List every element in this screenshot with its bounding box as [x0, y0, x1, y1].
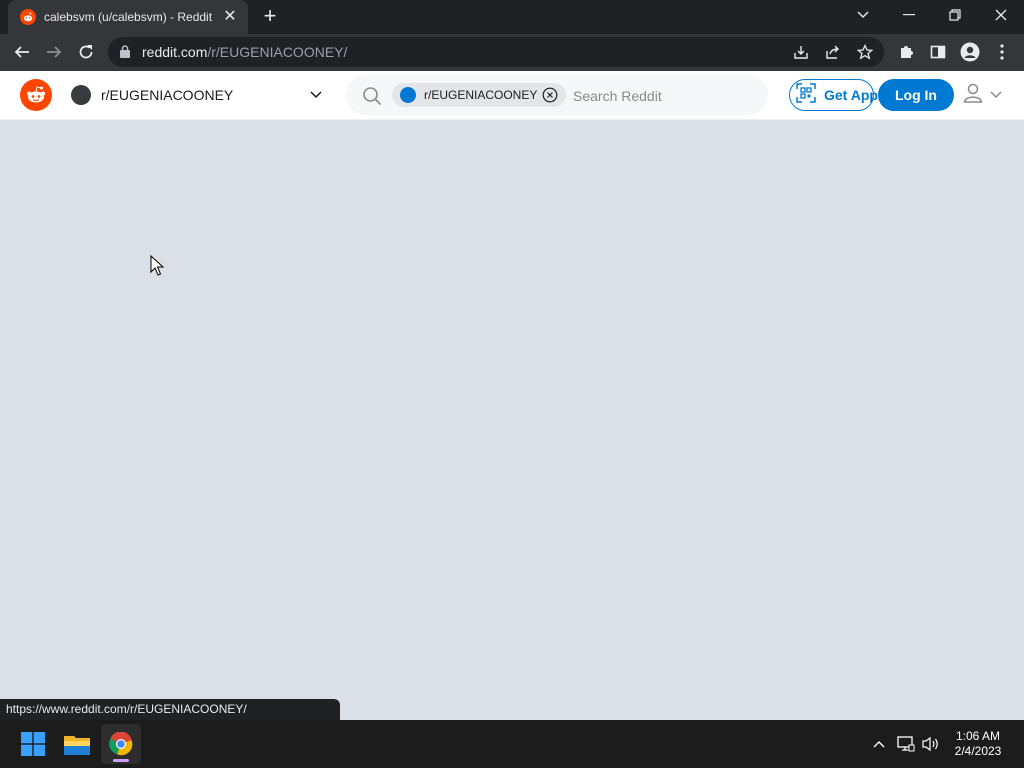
profile-icon[interactable] — [956, 38, 984, 66]
start-windows-icon[interactable] — [13, 724, 53, 764]
search-input[interactable]: Search Reddit — [573, 88, 662, 104]
clock-date: 2/4/2023 — [954, 744, 1002, 758]
back-icon[interactable] — [8, 38, 36, 66]
chrome-taskbar-icon[interactable] — [101, 724, 141, 764]
tab-close-icon[interactable]: ✕ — [222, 9, 238, 25]
community-avatar — [71, 85, 91, 105]
file-explorer-icon[interactable] — [57, 724, 97, 764]
network-icon[interactable] — [894, 732, 918, 756]
restore-icon[interactable] — [932, 0, 978, 30]
page-content-area — [0, 120, 1024, 720]
chevron-down-icon — [306, 85, 326, 105]
extensions-icon[interactable] — [892, 38, 920, 66]
active-app-indicator — [113, 759, 129, 762]
qr-code-icon — [796, 82, 816, 108]
search-icon — [362, 86, 382, 111]
reddit-header: r/EUGENIACOONEY r/EUGENIACOONEY Search R… — [0, 71, 1024, 120]
new-tab-button[interactable]: + — [258, 5, 282, 29]
side-panel-icon[interactable] — [924, 38, 952, 66]
user-icon — [962, 82, 984, 109]
login-label: Log In — [895, 87, 937, 103]
bookmark-star-icon[interactable] — [853, 40, 877, 64]
clear-chip-icon[interactable] — [542, 87, 558, 103]
link-status-bubble: https://www.reddit.com/r/EUGENIACOONEY/ — [0, 699, 340, 720]
minimize-icon[interactable] — [886, 0, 932, 30]
reddit-logo-icon[interactable] — [20, 79, 52, 111]
reload-icon[interactable] — [72, 38, 100, 66]
clock-time: 1:06 AM — [955, 729, 1001, 743]
install-app-icon[interactable] — [789, 40, 813, 64]
chip-community-avatar — [400, 87, 416, 103]
browser-tab-strip: calebsvm (u/calebsvm) - Reddit ✕ + — [0, 0, 1024, 34]
get-app-button[interactable]: Get App — [789, 79, 878, 111]
mouse-cursor-icon — [150, 254, 165, 282]
system-clock[interactable]: 1:06 AM 2/4/2023 — [940, 729, 1016, 759]
close-window-icon[interactable] — [978, 0, 1024, 30]
tab-search-icon[interactable] — [840, 0, 886, 30]
search-bar[interactable]: r/EUGENIACOONEY Search Reddit — [346, 75, 768, 115]
chevron-up-icon[interactable] — [867, 732, 891, 756]
community-selector[interactable]: r/EUGENIACOONEY — [62, 79, 326, 111]
tab-title: calebsvm (u/calebsvm) - Reddit — [44, 10, 213, 24]
url-host: reddit.com — [142, 44, 208, 60]
url-path: /r/EUGENIACOONEY/ — [207, 44, 348, 60]
get-app-label: Get App — [824, 87, 878, 103]
login-button[interactable]: Log In — [878, 79, 954, 111]
address-bar[interactable]: reddit.com/r/EUGENIACOONEY/ — [108, 37, 884, 67]
reddit-favicon-icon — [20, 9, 36, 25]
lock-icon[interactable] — [120, 45, 130, 63]
chip-label: r/EUGENIACOONEY — [424, 88, 538, 102]
url-text: reddit.com/r/EUGENIACOONEY/ — [142, 44, 347, 60]
forward-icon[interactable] — [40, 38, 68, 66]
user-menu-button[interactable] — [962, 83, 1008, 107]
menu-kebab-icon[interactable] — [988, 38, 1016, 66]
community-name: r/EUGENIACOONEY — [101, 87, 234, 103]
search-community-chip[interactable]: r/EUGENIACOONEY — [392, 83, 566, 107]
windows-taskbar: 1:06 AM 2/4/2023 — [0, 720, 1024, 768]
browser-tab[interactable]: calebsvm (u/calebsvm) - Reddit ✕ — [8, 0, 248, 34]
chevron-down-icon — [990, 86, 1002, 104]
share-icon[interactable] — [821, 40, 845, 64]
browser-toolbar: reddit.com/r/EUGENIACOONEY/ — [0, 34, 1024, 71]
